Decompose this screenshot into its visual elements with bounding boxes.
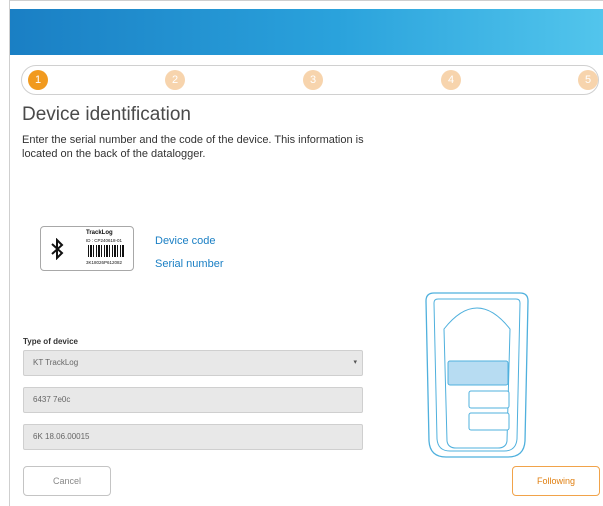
device-type-select[interactable]: KT TrackLog ▾ xyxy=(23,350,363,376)
card-id: ID : CP240618-01 xyxy=(86,238,123,243)
datalogger-illustration xyxy=(425,292,529,458)
following-button[interactable]: Following xyxy=(512,466,600,496)
header-banner xyxy=(10,9,603,55)
chevron-down-icon: ▾ xyxy=(353,359,357,366)
device-label-card: TrackLog ID : CP240618-01 3K18026P612082 xyxy=(40,226,134,271)
card-serial: 3K18026P612082 xyxy=(86,260,123,265)
wizard-stepper: 1 2 3 4 5 xyxy=(21,65,599,95)
barcode-image xyxy=(88,245,124,257)
intro-text: Enter the serial number and the code of … xyxy=(22,134,364,160)
device-type-value: KT TrackLog xyxy=(33,358,79,367)
page-title: Device identification xyxy=(22,104,191,125)
step-5[interactable]: 5 xyxy=(578,70,598,90)
device-code-value: 6437 7e0c xyxy=(33,395,71,404)
serial-number-field[interactable]: 6K 18.06.00015 xyxy=(23,424,363,450)
device-button-bottom xyxy=(468,412,510,431)
device-code-link[interactable]: Device code xyxy=(155,235,216,247)
bluetooth-icon xyxy=(51,238,64,260)
serial-number-link[interactable]: Serial number xyxy=(155,258,223,270)
step-1[interactable]: 1 xyxy=(28,70,48,90)
device-code-field[interactable]: 6437 7e0c xyxy=(23,387,363,413)
type-of-device-label: Type of device xyxy=(23,337,78,346)
step-2[interactable]: 2 xyxy=(165,70,185,90)
card-brand: TrackLog xyxy=(86,230,113,236)
device-screen xyxy=(447,360,509,386)
serial-number-value: 6K 18.06.00015 xyxy=(33,432,90,441)
cancel-button[interactable]: Cancel xyxy=(23,466,111,496)
step-4[interactable]: 4 xyxy=(441,70,461,90)
device-button-top xyxy=(468,390,510,409)
step-3[interactable]: 3 xyxy=(303,70,323,90)
